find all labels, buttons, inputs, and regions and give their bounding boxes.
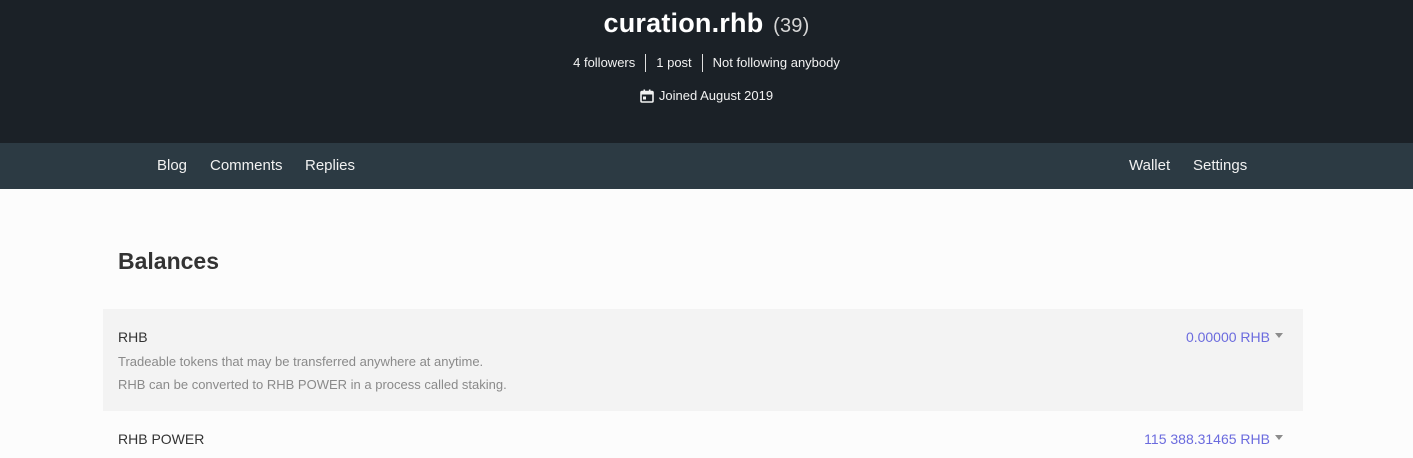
caret-down-icon [1275,434,1283,440]
followers-link[interactable]: 4 followers [563,54,645,72]
balances-title: Balances [118,248,220,274]
balance-description: Tradeable tokens that may be transferred… [118,354,484,369]
joined-info: Joined August 2019 [0,88,1413,103]
profile-nav: Blog Comments Replies Wallet Settings [0,143,1413,189]
nav-comments[interactable]: Comments [210,157,283,174]
balance-dropdown[interactable]: 115 388.31465 RHB [1144,431,1283,447]
balance-row-rhb: RHB Tradeable tokens that may be transfe… [103,309,1303,411]
username: curation.rhb [603,8,764,38]
nav-wallet[interactable]: Wallet [1129,157,1170,174]
reputation-score: (39) [773,15,810,37]
calendar-icon [640,89,654,103]
balance-amount: 0.00000 RHB [1185,329,1270,345]
balance-dropdown[interactable]: 0.00000 RHB [1186,329,1283,345]
balance-label: RHB [118,329,148,345]
balance-label: RHB POWER [118,431,205,447]
profile-stats: 4 followers 1 post Not following anybody [0,54,1413,72]
balance-description: RHB can be converted to RHB POWER in a p… [118,377,507,392]
profile-header: curation.rhb (39) 4 followers 1 post Not… [0,0,1413,143]
posts-count: 1 post [645,54,701,72]
following-link[interactable]: Not following anybody [701,54,850,72]
profile-name: curation.rhb (39) [0,8,1413,39]
caret-down-icon [1275,332,1283,338]
joined-date: Joined August 2019 [658,88,774,103]
balance-row-rhb-power: RHB POWER 115 388.31465 RHB [103,411,1303,458]
nav-replies[interactable]: Replies [305,157,355,174]
balance-amount: 115 388.31465 RHB [1144,431,1270,447]
nav-blog[interactable]: Blog [157,157,187,174]
nav-settings[interactable]: Settings [1193,157,1247,174]
